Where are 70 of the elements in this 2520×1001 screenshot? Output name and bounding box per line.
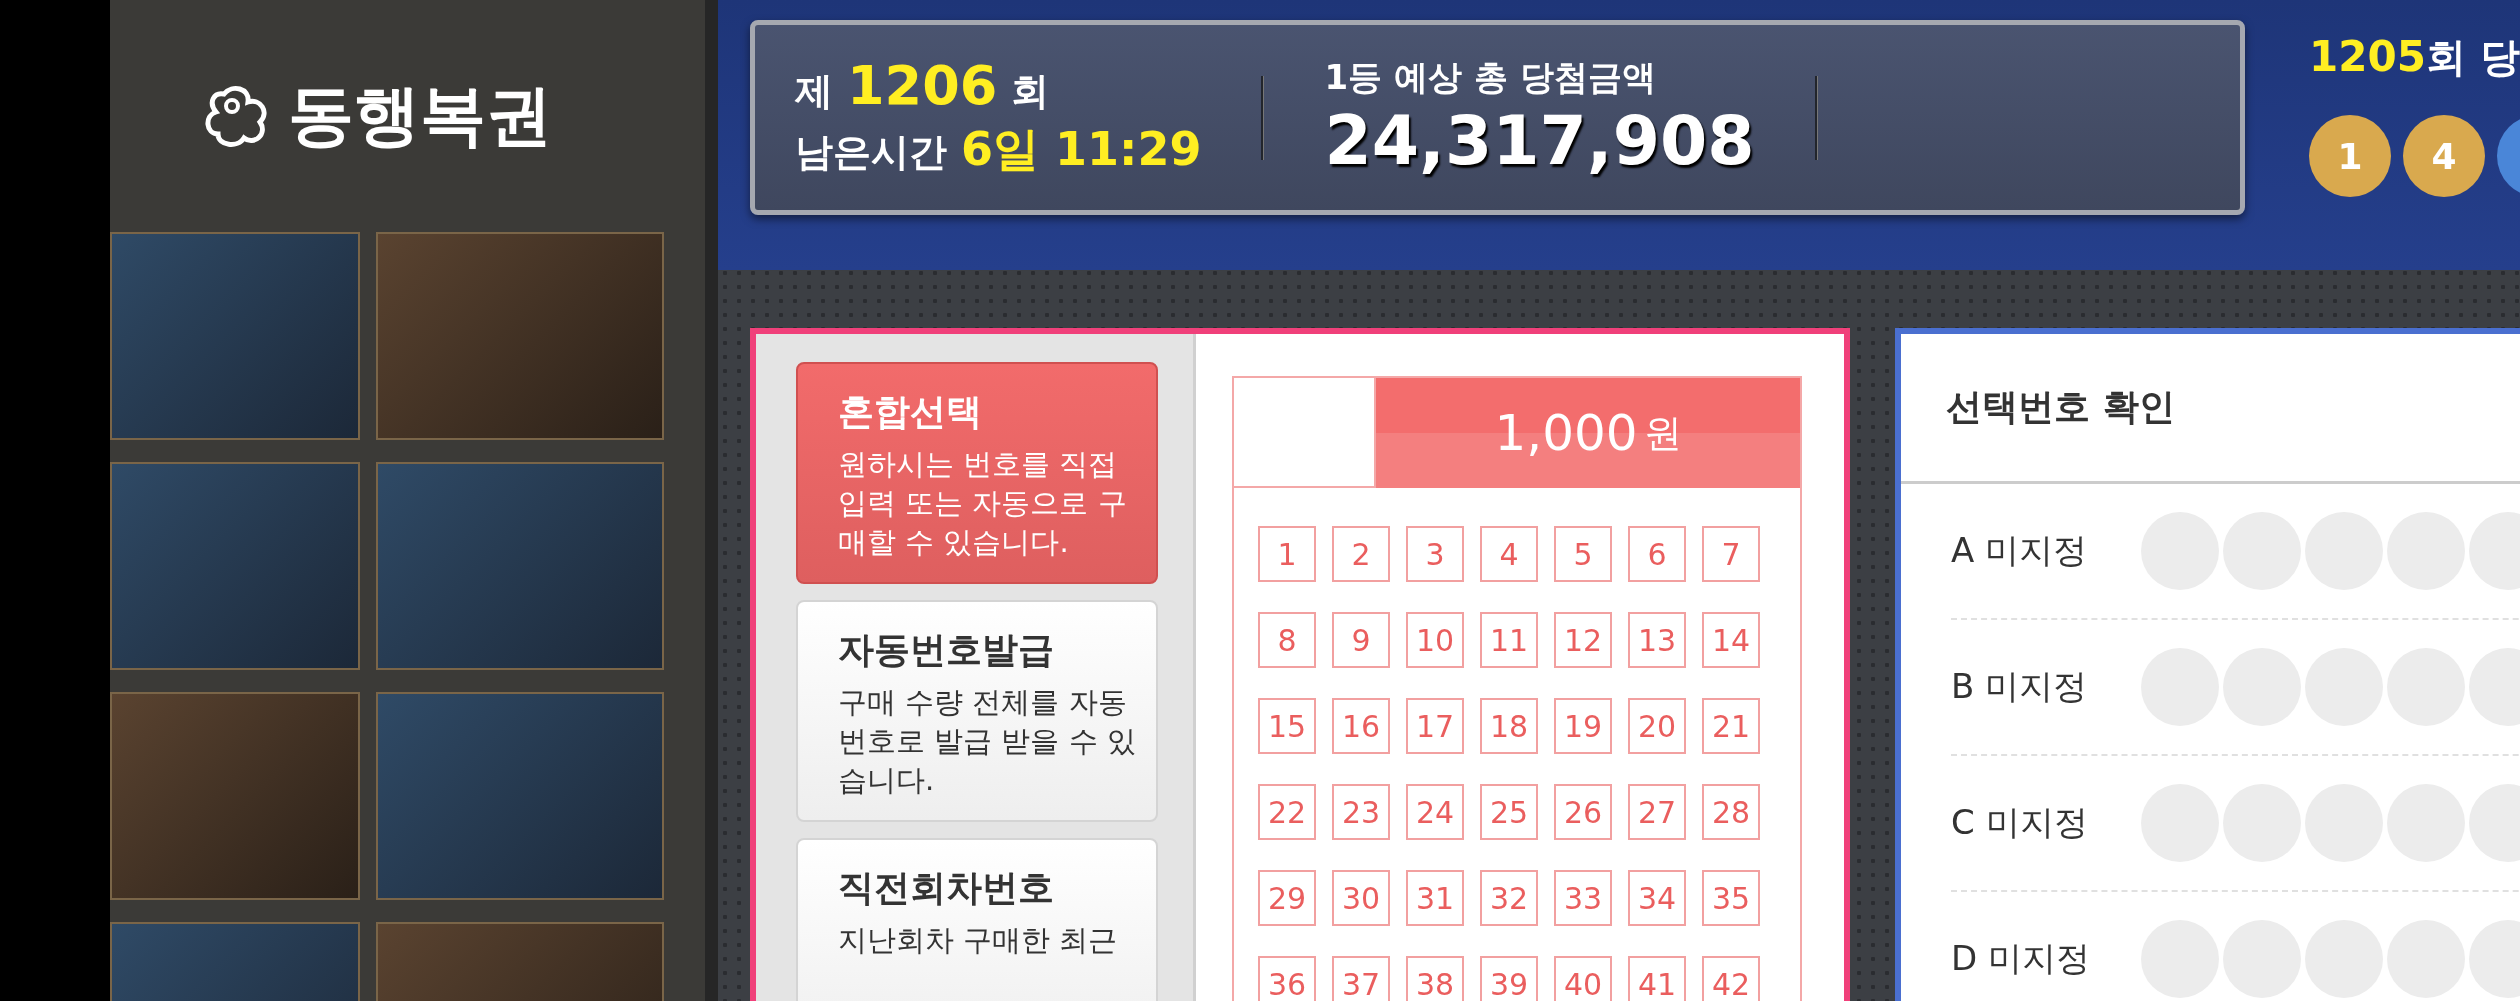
time-label: 남은시간 bbox=[795, 129, 947, 176]
number-checkbox[interactable]: 11 bbox=[1480, 612, 1538, 668]
row-label: A 미지정 bbox=[1951, 529, 2089, 572]
number-checkbox[interactable]: 20 bbox=[1628, 698, 1686, 754]
number-checkbox[interactable]: 14 bbox=[1702, 612, 1760, 668]
time-left: 6일 11:29 bbox=[961, 121, 1202, 178]
number-checkbox[interactable]: 24 bbox=[1406, 784, 1464, 840]
number-checkbox[interactable]: 7 bbox=[1702, 526, 1760, 582]
winning-ball: 4 bbox=[2403, 115, 2485, 197]
number-checkbox[interactable]: 19 bbox=[1554, 698, 1612, 754]
previous-round-label: 회 당 bbox=[2425, 33, 2520, 82]
number-checkbox[interactable]: 9 bbox=[1332, 612, 1390, 668]
mode-option[interactable]: 자동번호발급 구매 수량 전체를 자동 번호로 발급 받을 수 있습니다. bbox=[796, 600, 1158, 822]
number-checkbox[interactable]: 31 bbox=[1406, 870, 1464, 926]
winning-ball: 1 bbox=[2309, 115, 2391, 197]
number-checkbox[interactable]: 30 bbox=[1332, 870, 1390, 926]
panel-title: 선택번호 확인 bbox=[1901, 334, 2520, 484]
round-prefix: 제 bbox=[795, 68, 833, 115]
game-banner[interactable] bbox=[110, 692, 360, 900]
number-checkbox[interactable]: 2 bbox=[1332, 526, 1390, 582]
number-checkbox[interactable]: 8 bbox=[1258, 612, 1316, 668]
price-amount: 1,000 bbox=[1494, 404, 1638, 462]
previous-round-number: 1205 bbox=[2309, 32, 2426, 81]
number-checkbox[interactable]: 6 bbox=[1628, 526, 1686, 582]
game-banner[interactable] bbox=[376, 692, 664, 900]
jackpot-amount: 24,317,908 bbox=[1324, 101, 1755, 180]
number-checkbox[interactable]: 25 bbox=[1480, 784, 1538, 840]
number-checkbox[interactable]: 38 bbox=[1406, 956, 1464, 1001]
site-logo[interactable]: 동행복권 bbox=[287, 71, 552, 161]
number-checkbox[interactable]: 34 bbox=[1628, 870, 1686, 926]
number-checkbox[interactable]: 29 bbox=[1258, 870, 1316, 926]
number-checkbox[interactable]: 27 bbox=[1628, 784, 1686, 840]
number-checkbox[interactable]: 41 bbox=[1628, 956, 1686, 1001]
number-checkbox[interactable]: 42 bbox=[1702, 956, 1760, 1001]
number-checkbox[interactable]: 5 bbox=[1554, 526, 1612, 582]
number-checkbox[interactable]: 12 bbox=[1554, 612, 1612, 668]
game-banner[interactable] bbox=[376, 462, 664, 670]
round-suffix: 회 bbox=[1011, 68, 1050, 115]
number-checkbox[interactable]: 1 bbox=[1258, 526, 1316, 582]
round-number: 1206 bbox=[847, 54, 998, 117]
number-checkbox[interactable]: 37 bbox=[1332, 956, 1390, 1001]
number-checkbox[interactable]: 13 bbox=[1628, 612, 1686, 668]
number-checkbox[interactable]: 32 bbox=[1480, 870, 1538, 926]
price-currency: 원 bbox=[1643, 409, 1682, 457]
number-checkbox[interactable]: 33 bbox=[1554, 870, 1612, 926]
jackpot-label: 1등 예상 총 당첨금액 bbox=[1324, 56, 1657, 99]
number-checkbox[interactable]: 40 bbox=[1554, 956, 1612, 1001]
number-checkbox[interactable]: 35 bbox=[1702, 870, 1760, 926]
game-banner[interactable] bbox=[376, 232, 664, 440]
number-checkbox[interactable]: 18 bbox=[1480, 698, 1538, 754]
mode-option[interactable]: 직전회차번호 지난회차 구매한 최근 bbox=[796, 838, 1158, 1001]
number-checkbox[interactable]: 28 bbox=[1702, 784, 1760, 840]
game-banner[interactable] bbox=[110, 232, 360, 440]
number-checkbox[interactable]: 23 bbox=[1332, 784, 1390, 840]
number-checkbox[interactable]: 4 bbox=[1480, 526, 1538, 582]
row-label: D 미지정 bbox=[1951, 937, 2091, 980]
number-checkbox[interactable]: 10 bbox=[1406, 612, 1464, 668]
row-label: B 미지정 bbox=[1951, 665, 2089, 708]
number-checkbox[interactable]: 26 bbox=[1554, 784, 1612, 840]
game-banner[interactable] bbox=[110, 462, 360, 670]
number-checkbox[interactable]: 39 bbox=[1480, 956, 1538, 1001]
number-checkbox[interactable]: 36 bbox=[1258, 956, 1316, 1001]
number-checkbox[interactable]: 17 bbox=[1406, 698, 1464, 754]
number-checkbox[interactable]: 15 bbox=[1258, 698, 1316, 754]
number-checkbox[interactable]: 21 bbox=[1702, 698, 1760, 754]
number-checkbox[interactable]: 3 bbox=[1406, 526, 1464, 582]
number-checkbox[interactable]: 16 bbox=[1332, 698, 1390, 754]
row-label: C 미지정 bbox=[1951, 801, 2089, 844]
mode-option[interactable]: 혼합선택 원하시는 번호를 직접 입력 또는 자동으로 구매할 수 있습니다. bbox=[796, 362, 1158, 584]
number-checkbox[interactable]: 22 bbox=[1258, 784, 1316, 840]
